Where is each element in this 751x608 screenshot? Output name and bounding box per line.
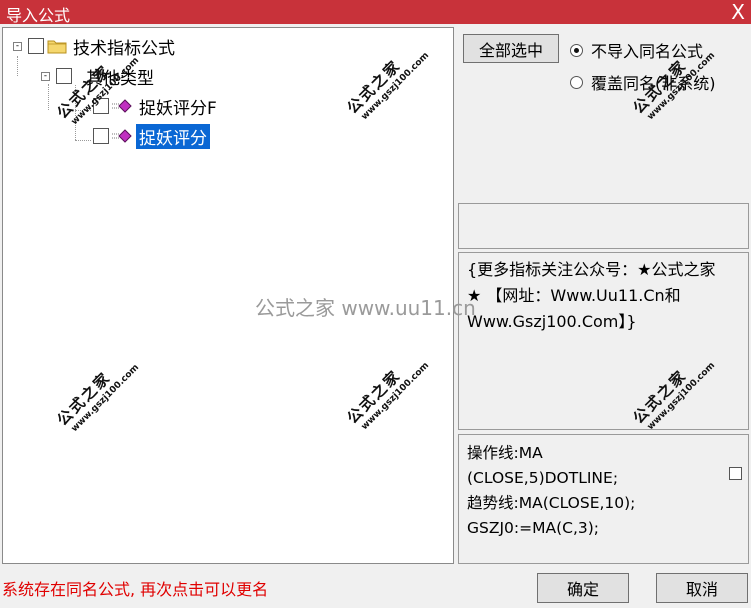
folder-icon <box>47 40 67 54</box>
info-box <box>458 203 749 249</box>
tree-connector <box>75 140 91 141</box>
node-checkbox[interactable] <box>28 38 44 54</box>
radio-overwrite[interactable]: 覆盖同名(非系统) <box>570 70 716 94</box>
code-line: GSZJ0:=MA(C,3); <box>467 519 600 537</box>
window-title: 导入公式 <box>6 6 71 25</box>
tree-node-group[interactable]: - 其他类型 <box>41 64 154 89</box>
radio-label: 不导入同名公式 <box>591 42 704 61</box>
radio-skip-same-name[interactable]: 不导入同名公式 <box>570 38 703 62</box>
description-text: {更多指标关注公众号：★公式之家★ 【网址：Www.Uu11.Cn和Www.Gs… <box>467 260 716 331</box>
tree-item[interactable]: 捉妖评分 <box>93 123 210 149</box>
code-line: 操作线:MA <box>467 444 543 462</box>
radio-button[interactable] <box>570 75 583 89</box>
code-line: (CLOSE,5)DOTLINE; <box>467 469 619 487</box>
tree-connector <box>75 110 91 111</box>
code-line: 趋势线:MA(CLOSE,10); <box>467 494 636 512</box>
node-checkbox[interactable] <box>56 68 72 84</box>
tree-connector <box>17 56 18 76</box>
collapse-icon[interactable]: - <box>41 71 50 81</box>
item-checkbox[interactable] <box>93 128 109 144</box>
title-bar: 导入公式 X <box>0 0 751 25</box>
status-message: 系统存在同名公式, 再次点击可以更名 <box>2 580 269 599</box>
tree-item-label-selected: 捉妖评分 <box>136 123 210 149</box>
radio-button[interactable] <box>570 43 583 57</box>
tree-node-root[interactable]: - 技术指标公式 <box>13 34 175 59</box>
formula-icon <box>112 129 132 143</box>
tree-group-label: 其他类型 <box>86 68 154 89</box>
description-box[interactable]: {更多指标关注公众号：★公式之家★ 【网址：Www.Uu11.Cn和Www.Gs… <box>458 252 749 430</box>
item-checkbox[interactable] <box>93 98 109 114</box>
wrap-checkbox[interactable] <box>729 467 742 480</box>
tree-item[interactable]: 捉妖评分F <box>93 94 217 119</box>
formula-icon <box>112 99 132 113</box>
tree-item-label: 捉妖评分F <box>139 98 217 119</box>
close-icon[interactable]: X <box>731 0 745 24</box>
tree-connector <box>75 85 76 140</box>
collapse-icon[interactable]: - <box>13 41 22 51</box>
formula-tree[interactable]: - 技术指标公式 - 其他类型 捉妖评分F 捉妖评分 <box>2 27 454 564</box>
radio-label: 覆盖同名(非系统) <box>591 74 716 93</box>
code-box[interactable]: 操作线:MA (CLOSE,5)DOTLINE; 趋势线:MA(CLOSE,10… <box>458 434 749 564</box>
select-all-button[interactable]: 全部选中 <box>463 34 559 63</box>
tree-root-label: 技术指标公式 <box>73 38 175 59</box>
cancel-button[interactable]: 取消 <box>656 573 748 603</box>
confirm-button[interactable]: 确定 <box>537 573 629 603</box>
